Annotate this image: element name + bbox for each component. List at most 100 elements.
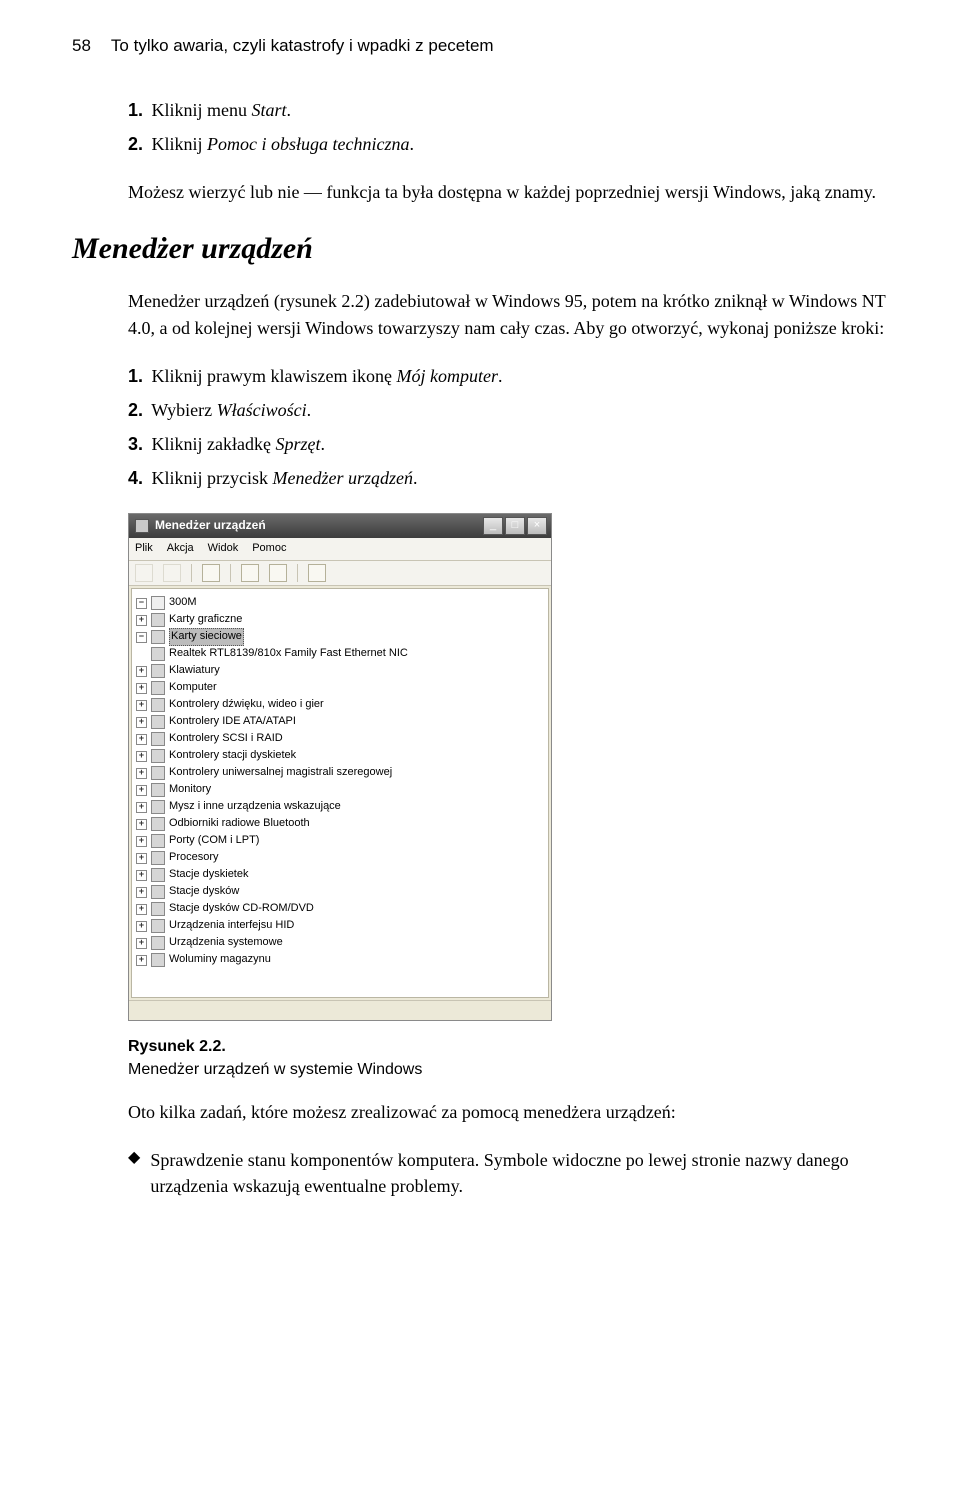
- menu-item-file[interactable]: Plik: [135, 541, 153, 557]
- menu-item-action[interactable]: Akcja: [167, 541, 194, 557]
- step-text: Kliknij przycisk: [152, 468, 273, 488]
- computer-icon: [151, 596, 165, 610]
- tree-node-label: Porty (COM i LPT): [169, 833, 259, 849]
- window-title: Menedżer urządzeń: [155, 517, 481, 534]
- expand-icon[interactable]: +: [136, 819, 147, 830]
- step-item: 4. Kliknij przycisk Menedżer urządzeń.: [128, 465, 888, 491]
- step-em: Start: [252, 100, 287, 120]
- tree-node[interactable]: + Urządzenia systemowe: [136, 935, 544, 952]
- tree-panel[interactable]: − 300M +Karty graficzne−Karty siecioweRe…: [131, 588, 549, 998]
- expand-icon[interactable]: +: [136, 921, 147, 932]
- minimize-button[interactable]: _: [483, 517, 503, 535]
- forward-button[interactable]: [163, 564, 181, 582]
- expand-icon[interactable]: +: [136, 666, 147, 677]
- step-item: 1. Kliknij menu Start.: [128, 97, 888, 123]
- tree-node-label: Urządzenia systemowe: [169, 935, 283, 951]
- menu-bar: Plik Akcja Widok Pomoc: [129, 538, 551, 561]
- step-em: Mój komputer: [396, 366, 497, 386]
- tree-node[interactable]: + Kontrolery IDE ATA/ATAPI: [136, 714, 544, 731]
- toolbar-button[interactable]: [202, 564, 220, 582]
- tree-root[interactable]: − 300M: [136, 595, 544, 612]
- expand-icon[interactable]: +: [136, 785, 147, 796]
- menu-item-view[interactable]: Widok: [208, 541, 239, 557]
- tree-node[interactable]: + Woluminy magazynu: [136, 952, 544, 969]
- tree-node[interactable]: +Kontrolery stacji dyskietek: [136, 748, 544, 765]
- bullet-item: ◆ Sprawdzenie stanu komponentów komputer…: [128, 1147, 888, 1199]
- expand-icon[interactable]: +: [136, 683, 147, 694]
- tree-node-label: Kontrolery dźwięku, wideo i gier: [169, 697, 324, 713]
- tree-node-label: Odbiorniki radiowe Bluetooth: [169, 816, 310, 832]
- tree-node-label: Kontrolery IDE ATA/ATAPI: [169, 714, 296, 730]
- separator: [297, 564, 298, 582]
- tree-node[interactable]: +Stacje dyskietek: [136, 867, 544, 884]
- expand-icon[interactable]: +: [136, 768, 147, 779]
- expand-icon[interactable]: +: [136, 938, 147, 949]
- device-category-icon: [151, 800, 165, 814]
- tree-node[interactable]: +Urządzenia interfejsu HID: [136, 918, 544, 935]
- tree-node[interactable]: + Procesory: [136, 850, 544, 867]
- maximize-button[interactable]: □: [505, 517, 525, 535]
- toolbar-button[interactable]: [269, 564, 287, 582]
- expand-icon[interactable]: +: [136, 887, 147, 898]
- device-category-icon: [151, 681, 165, 695]
- step-num: 1.: [128, 100, 143, 120]
- tree-node[interactable]: +Stacje dysków CD-ROM/DVD: [136, 901, 544, 918]
- tree-node[interactable]: + Kontrolery dźwięku, wideo i gier: [136, 697, 544, 714]
- tree-leaf[interactable]: Realtek RTL8139/810x Family Fast Etherne…: [136, 646, 544, 663]
- tree-node[interactable]: +Kontrolery SCSI i RAID: [136, 731, 544, 748]
- tree-node[interactable]: +Komputer: [136, 680, 544, 697]
- collapse-icon[interactable]: −: [136, 598, 147, 609]
- device-category-icon: [151, 868, 165, 882]
- tree-node[interactable]: + Klawiatury: [136, 663, 544, 680]
- tree-node[interactable]: + Odbiorniki radiowe Bluetooth: [136, 816, 544, 833]
- expand-icon[interactable]: +: [136, 836, 147, 847]
- titlebar[interactable]: Menedżer urządzeń _ □ ×: [129, 514, 551, 538]
- expand-icon[interactable]: +: [136, 700, 147, 711]
- caption-text: Menedżer urządzeń w systemie Windows: [128, 1061, 422, 1078]
- toolbar-button[interactable]: [241, 564, 259, 582]
- tree-node-label: Monitory: [169, 782, 211, 798]
- tree-node[interactable]: +Karty graficzne: [136, 612, 544, 629]
- expand-icon[interactable]: +: [136, 904, 147, 915]
- page-number: 58: [72, 36, 91, 55]
- close-button[interactable]: ×: [527, 517, 547, 535]
- toolbar-button[interactable]: [308, 564, 326, 582]
- expand-icon[interactable]: +: [136, 615, 147, 626]
- expand-icon[interactable]: +: [136, 802, 147, 813]
- tree-node-label: Mysz i inne urządzenia wskazujące: [169, 799, 341, 815]
- step-em: Właściwości: [217, 400, 307, 420]
- step-em: Sprzęt: [275, 434, 320, 454]
- device-category-icon: [151, 613, 165, 627]
- device-manager-window: Menedżer urządzeń _ □ × Plik Akcja Widok…: [128, 513, 552, 1021]
- step-text: Kliknij zakładkę: [152, 434, 276, 454]
- menu-item-help[interactable]: Pomoc: [252, 541, 286, 557]
- separator: [191, 564, 192, 582]
- toolbar: [129, 561, 551, 586]
- device-category-icon: [151, 919, 165, 933]
- tree-node-label: Klawiatury: [169, 663, 220, 679]
- bullet-text: Sprawdzenie stanu komponentów komputera.…: [150, 1147, 888, 1199]
- tree-node[interactable]: +Stacje dysków: [136, 884, 544, 901]
- tree-node[interactable]: + Porty (COM i LPT): [136, 833, 544, 850]
- tree-node[interactable]: −Karty sieciowe: [136, 629, 544, 646]
- tree-node[interactable]: +Kontrolery uniwersalnej magistrali szer…: [136, 765, 544, 782]
- device-category-icon: [151, 749, 165, 763]
- expand-icon[interactable]: +: [136, 955, 147, 966]
- expand-icon[interactable]: +: [136, 751, 147, 762]
- step-num: 2.: [128, 134, 143, 154]
- expand-icon[interactable]: +: [136, 870, 147, 881]
- bullet-list: ◆ Sprawdzenie stanu komponentów komputer…: [128, 1147, 888, 1199]
- step-item: 2. Wybierz Właściwości.: [128, 397, 888, 423]
- tree-node[interactable]: + Mysz i inne urządzenia wskazujące: [136, 799, 544, 816]
- step-item: 3. Kliknij zakładkę Sprzęt.: [128, 431, 888, 457]
- back-button[interactable]: [135, 564, 153, 582]
- tree-node-label: Woluminy magazynu: [169, 952, 271, 968]
- expand-icon[interactable]: +: [136, 853, 147, 864]
- steps-list-a: 1. Kliknij menu Start. 2. Kliknij Pomoc …: [128, 97, 888, 157]
- diamond-icon: ◆: [128, 1147, 140, 1199]
- expand-icon[interactable]: +: [136, 717, 147, 728]
- tree-node[interactable]: + Monitory: [136, 782, 544, 799]
- expand-icon[interactable]: −: [136, 632, 147, 643]
- tree-node-label: Procesory: [169, 850, 219, 866]
- expand-icon[interactable]: +: [136, 734, 147, 745]
